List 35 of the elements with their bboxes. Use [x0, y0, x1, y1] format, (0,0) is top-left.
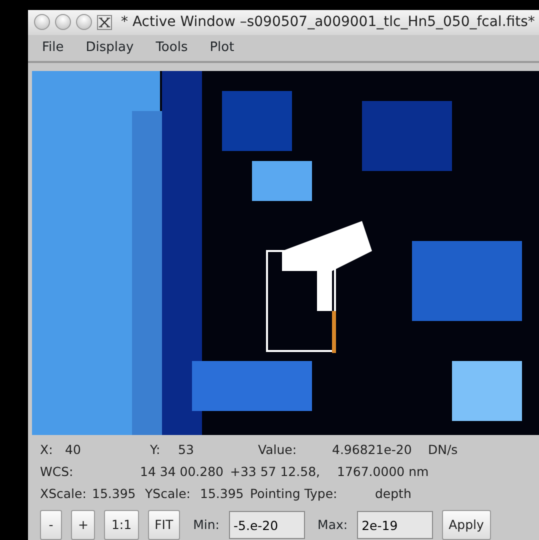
field-label: Min: — [193, 516, 220, 534]
info-value: 40 — [65, 440, 82, 459]
info-value: depth — [375, 484, 412, 503]
info-value: +33 57 12.58, — [230, 462, 321, 481]
toolbar-button[interactable]: FIT — [148, 510, 180, 540]
menu-item[interactable]: Plot — [210, 38, 234, 58]
info-label: YScale: — [145, 484, 192, 503]
info-value: 4.96821e-20 — [332, 440, 413, 459]
info-label: WCS: — [40, 462, 74, 481]
info-value: 15.395 — [200, 484, 245, 503]
info-value: 53 — [178, 440, 195, 459]
info-label: Value: — [258, 440, 298, 459]
toolbar-button[interactable]: 1:1 — [104, 510, 139, 540]
info-label: X: — [40, 440, 54, 459]
info-label: XScale: — [40, 484, 88, 503]
toolbar-button[interactable]: - — [40, 510, 62, 540]
menu-item[interactable]: Tools — [156, 38, 188, 58]
info-value: 15.395 — [92, 484, 137, 503]
zoom-button[interactable] — [76, 14, 92, 30]
window-title: * Active Window –s090507_a009001_tlc_Hn5_050_fcal.fits* — [121, 12, 535, 32]
menu-item[interactable]: Display — [86, 38, 134, 58]
info-value: 14 34 00.280 — [140, 462, 224, 481]
field-label: Max: — [318, 516, 348, 534]
menu-item[interactable]: File — [42, 38, 64, 58]
info-value: 1767.0000 nm — [337, 462, 430, 481]
toolbar-button[interactable]: Apply — [442, 510, 491, 540]
close-button[interactable] — [34, 14, 50, 30]
minimize-button[interactable] — [55, 14, 71, 30]
info-label: DN/s — [428, 440, 459, 459]
toolbar-button[interactable]: + — [71, 510, 96, 540]
x-window-icon — [97, 14, 112, 30]
input-field[interactable]: -5.e-20 — [228, 511, 305, 539]
input-field[interactable]: 2e-19 — [356, 511, 433, 539]
info-label: Y: — [150, 440, 162, 459]
info-label: Pointing Type: — [250, 484, 338, 503]
